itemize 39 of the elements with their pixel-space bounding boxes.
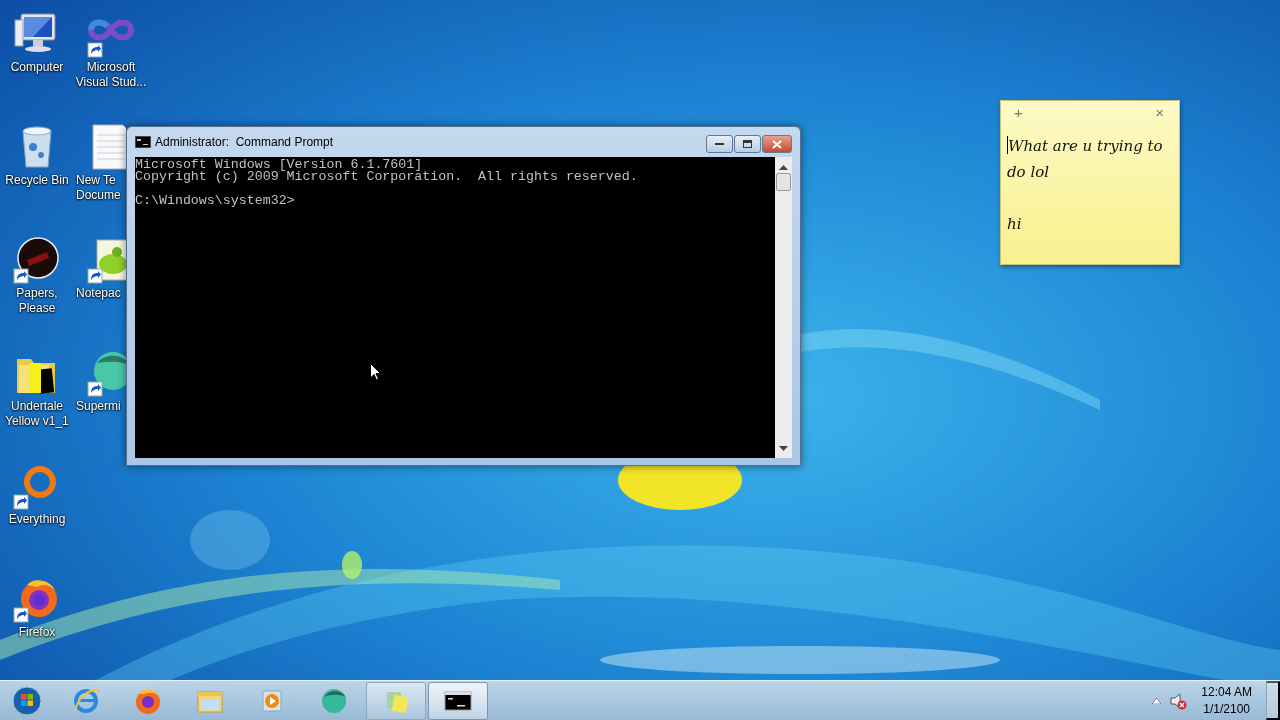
close-note-button[interactable]: × <box>1152 103 1167 123</box>
note-text: What are u trying to do lol <box>1007 137 1163 181</box>
icon-label[interactable]: Papers, Please <box>0 286 74 316</box>
icon-label[interactable]: Undertale Yellow v1_1 <box>0 399 74 429</box>
console-line: C:\Windows\system32> <box>135 195 295 207</box>
cursor-icon <box>370 363 381 381</box>
console-icon <box>135 136 151 148</box>
minimize-icon <box>714 142 725 146</box>
icon-label[interactable]: Computer <box>10 60 64 75</box>
icon-label[interactable]: Notepac <box>76 286 121 301</box>
icon-label[interactable]: New Te Docume <box>76 173 128 203</box>
close-button[interactable] <box>762 135 792 153</box>
chevron-up-icon[interactable] <box>1152 697 1162 704</box>
icon-label[interactable]: Recycle Bin <box>5 173 69 188</box>
windows-logo-icon <box>12 685 42 716</box>
volume-icon[interactable] <box>1169 691 1188 710</box>
icon-label[interactable]: Microsoft Visual Stud... <box>74 60 148 90</box>
maximize-icon <box>742 140 753 148</box>
close-icon <box>772 139 782 149</box>
console-line: Copyright (c) 2009 Microsoft Corporation. All rights reserved. <box>135 171 638 183</box>
add-note-button[interactable]: + <box>1011 103 1026 123</box>
icon-label[interactable]: Firefox <box>18 625 56 640</box>
console-area[interactable]: Microsoft Windows [Version 6.1.7601] Copyright (c) 2009 Microsoft Corporation. All rights reserved. C:\Windows\system32> <box>135 157 775 458</box>
taskbar-button[interactable] <box>428 681 488 720</box>
scroll-thumb[interactable] <box>776 173 791 191</box>
icon-label[interactable]: Supermi <box>76 399 121 414</box>
maximize-button[interactable] <box>734 135 761 153</box>
clock-time: 12:04 AM <box>1201 683 1252 701</box>
note-text: hi <box>1007 215 1022 233</box>
minimize-button[interactable] <box>706 135 733 153</box>
icon-label[interactable]: Everything <box>8 512 66 527</box>
scroll-down-icon[interactable] <box>779 446 788 452</box>
app-icon[interactable] <box>87 349 126 397</box>
clock-date: 1/1/2100 <box>1202 700 1251 718</box>
scroll-up-icon[interactable] <box>779 165 788 171</box>
app-icon[interactable] <box>13 236 61 284</box>
console-line: Microsoft Windows [Version 6.1.7601] <box>135 159 423 171</box>
show-desktop-button[interactable] <box>1266 681 1280 720</box>
window-title: Administrator: Command Prompt <box>155 134 334 151</box>
